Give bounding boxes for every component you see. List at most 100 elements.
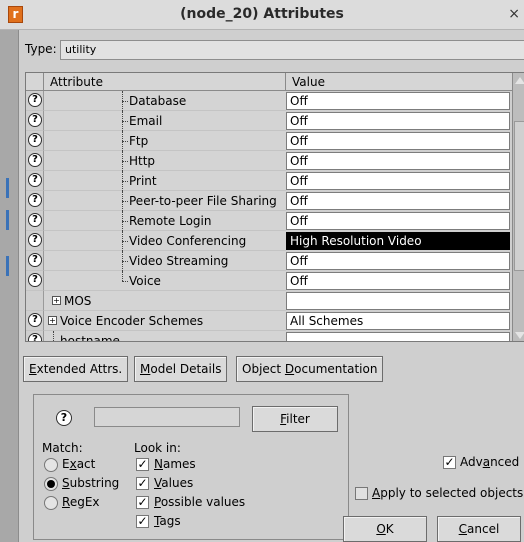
attribute-name: Email <box>129 114 163 128</box>
attribute-name: Voice <box>129 274 161 288</box>
attribute-cell: Peer-to-peer File Sharing <box>44 191 286 211</box>
question-circle-icon[interactable]: ? <box>28 313 42 327</box>
table-row[interactable]: ? Database Off <box>26 91 512 111</box>
match-radio[interactable] <box>44 477 58 491</box>
question-circle-icon[interactable]: ? <box>28 113 42 127</box>
table-row[interactable]: ? Print Off <box>26 171 512 191</box>
tree-line <box>122 261 128 262</box>
look-in-checkbox[interactable]: ✓ <box>136 515 149 528</box>
scroll-down-icon[interactable] <box>515 332 524 339</box>
attribute-cell: Http <box>44 151 286 171</box>
look-in-option-label[interactable]: Values <box>154 476 193 490</box>
question-circle-icon[interactable]: ? <box>28 213 42 227</box>
value-cell[interactable]: Off <box>286 212 510 230</box>
match-label: Match: <box>42 441 83 455</box>
table-row[interactable]: + MOS <box>26 291 512 311</box>
filter-button[interactable]: Filter <box>252 406 338 432</box>
tree-line <box>122 181 128 182</box>
match-option-label[interactable]: Substring <box>62 476 119 490</box>
extended-attrs-button[interactable]: Extended Attrs. <box>23 356 129 382</box>
ok-button[interactable]: OK <box>343 516 427 542</box>
attributes-dialog: Type: utility Attribute Value ? Database O… <box>18 30 524 542</box>
tree-line <box>122 221 128 222</box>
value-cell[interactable]: Off <box>286 252 510 270</box>
attribute-cell: Video Conferencing <box>44 231 286 251</box>
close-icon[interactable]: × <box>508 6 520 22</box>
column-header-value[interactable]: Value <box>286 73 512 91</box>
background-marker <box>6 256 9 276</box>
table-row[interactable]: ? hostname <box>26 331 512 342</box>
table-row[interactable]: ? Voice Off <box>26 271 512 291</box>
value-cell[interactable] <box>286 292 510 310</box>
look-in-option-label[interactable]: Tags <box>154 514 181 528</box>
header-icon-column <box>26 73 44 91</box>
value-cell[interactable]: All Schemes <box>286 312 510 330</box>
match-option-label[interactable]: Exact <box>62 457 95 471</box>
value-cell[interactable]: Off <box>286 192 510 210</box>
row-icon-cell: ? <box>26 311 44 331</box>
find-input[interactable] <box>94 407 240 427</box>
look-in-checkbox[interactable]: ✓ <box>136 458 149 471</box>
table-scrollbar[interactable] <box>512 73 524 341</box>
look-in-label: Look in: <box>134 441 181 455</box>
plus-box-icon[interactable]: + <box>48 316 57 325</box>
table-row[interactable]: ? Email Off <box>26 111 512 131</box>
value-cell[interactable]: Off <box>286 92 510 110</box>
look-in-checkbox[interactable]: ✓ <box>136 477 149 490</box>
match-radio[interactable] <box>44 458 58 472</box>
cancel-button[interactable]: Cancel <box>437 516 521 542</box>
attribute-name: Remote Login <box>129 214 212 228</box>
scroll-up-icon[interactable] <box>515 77 524 84</box>
table-row[interactable]: ? Peer-to-peer File Sharing Off <box>26 191 512 211</box>
value-cell[interactable]: Off <box>286 272 510 290</box>
question-circle-icon[interactable]: ? <box>28 233 42 247</box>
scroll-thumb[interactable] <box>514 121 524 271</box>
value-cell[interactable]: Off <box>286 152 510 170</box>
question-circle-icon[interactable]: ? <box>28 93 42 107</box>
table-row[interactable]: ? Video Streaming Off <box>26 251 512 271</box>
advanced-label[interactable]: Advanced <box>460 455 519 469</box>
window-title: (node_20) Attributes <box>180 6 344 22</box>
question-circle-icon[interactable]: ? <box>28 193 42 207</box>
value-cell[interactable] <box>286 332 510 341</box>
question-circle-icon[interactable]: ? <box>28 133 42 147</box>
look-in-checkbox[interactable]: ✓ <box>136 496 149 509</box>
attribute-name: Video Conferencing <box>129 234 247 248</box>
row-icon-cell: ? <box>26 271 44 291</box>
object-documentation-button[interactable]: Object Documentation <box>236 356 384 382</box>
advanced-checkbox[interactable]: ✓ <box>443 456 456 469</box>
table-row[interactable]: ? Http Off <box>26 151 512 171</box>
model-details-button[interactable]: Model Details <box>134 356 228 382</box>
value-cell[interactable]: Off <box>286 132 510 150</box>
table-row[interactable]: ? Remote Login Off <box>26 211 512 231</box>
tree-line <box>122 241 128 242</box>
apply-to-selected-checkbox[interactable] <box>355 487 368 500</box>
look-in-option-label[interactable]: Possible values <box>154 495 245 509</box>
question-circle-icon[interactable]: ? <box>28 273 42 287</box>
value-cell[interactable]: Off <box>286 172 510 190</box>
attribute-cell: hostname <box>44 331 286 342</box>
look-in-option-label[interactable]: Names <box>154 457 196 471</box>
attributes-table: Attribute Value ? Database Off? Email Off? Ft… <box>25 72 524 342</box>
attribute-name: hostname <box>60 334 120 342</box>
type-field: utility <box>60 40 524 60</box>
row-icon-cell: ? <box>26 251 44 271</box>
apply-to-selected-label[interactable]: Apply to selected objects <box>372 486 523 500</box>
value-cell[interactable]: High Resolution Video <box>286 232 510 250</box>
table-row[interactable]: ? Ftp Off <box>26 131 512 151</box>
match-radio[interactable] <box>44 496 58 510</box>
question-circle-icon[interactable]: ? <box>28 253 42 267</box>
match-option-label[interactable]: RegEx <box>62 495 100 509</box>
column-header-attribute[interactable]: Attribute <box>44 73 286 91</box>
question-circle-icon[interactable]: ? <box>28 333 42 341</box>
plus-box-icon[interactable]: + <box>52 296 61 305</box>
row-icon-cell: ? <box>26 331 44 341</box>
question-circle-icon[interactable]: ? <box>28 173 42 187</box>
value-cell[interactable]: Off <box>286 112 510 130</box>
table-row[interactable]: ? + Voice Encoder Schemes All Schemes <box>26 311 512 331</box>
table-row[interactable]: ? Video Conferencing High Resolution Video <box>26 231 512 251</box>
tree-line <box>122 201 128 202</box>
attribute-cell: + Voice Encoder Schemes <box>44 311 286 331</box>
type-label: Type: <box>25 42 57 56</box>
question-circle-icon[interactable]: ? <box>28 153 42 167</box>
